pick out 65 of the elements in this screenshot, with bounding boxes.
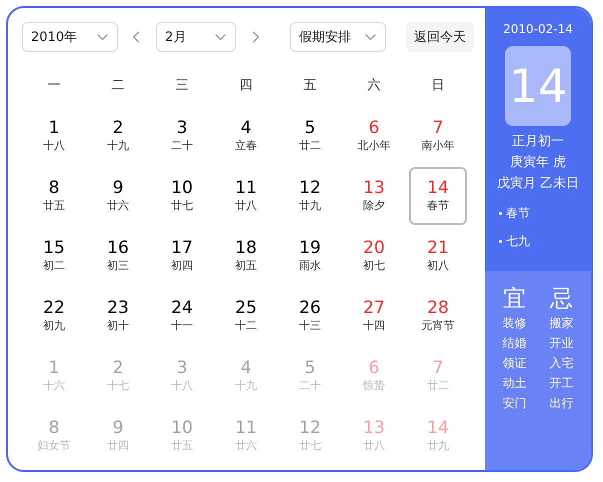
day-cell[interactable]: 5 廿二	[281, 107, 339, 165]
day-cell[interactable]: 22 初九	[25, 287, 83, 345]
day-cell[interactable]: 1 十八	[25, 107, 83, 165]
lunar-date-text: 戊寅月 乙未日	[496, 175, 580, 193]
almanac-item: 出行	[550, 395, 574, 412]
day-cell[interactable]: 21 初八	[409, 227, 467, 285]
day-cell[interactable]: 26 十三	[281, 287, 339, 345]
avoid-heading: 忌	[550, 285, 573, 313]
almanac-item: 入宅	[550, 355, 574, 372]
big-day-number: 14	[505, 46, 571, 126]
bullet-icon	[499, 240, 502, 242]
almanac-item: 装修	[502, 315, 526, 332]
day-cell[interactable]: 27 十四	[345, 287, 403, 345]
weekday-label: 日	[432, 77, 444, 94]
day-cell[interactable]: 10 廿七	[153, 167, 211, 225]
almanac-item: 开业	[550, 335, 574, 352]
day-cell[interactable]: 20 初七	[345, 227, 403, 285]
day-cell[interactable]: 17 初四	[153, 227, 211, 285]
previous-month-icon[interactable]	[132, 30, 142, 44]
chevron-down-icon	[364, 33, 377, 41]
day-cell[interactable]: 23 初十	[89, 287, 147, 345]
almanac-item: 搬家	[550, 315, 574, 332]
weekday-label: 二	[112, 77, 124, 94]
day-cell[interactable]: 8 廿五	[25, 167, 83, 225]
day-cell[interactable]: 16 初三	[89, 227, 147, 285]
chevron-down-icon	[214, 33, 227, 41]
day-cell[interactable]: 3 二十	[153, 107, 211, 165]
date-label: 2010-02-14	[503, 21, 573, 38]
day-cell[interactable]: 11 廿八	[217, 167, 275, 225]
day-cell[interactable]: 2 十九	[89, 107, 147, 165]
year-select[interactable]: 2010年	[22, 22, 118, 52]
day-cell[interactable]: 14 春节	[409, 167, 467, 225]
weekday-label: 三	[176, 77, 188, 94]
next-month-icon[interactable]	[250, 30, 260, 44]
day-cell[interactable]: 24 十一	[153, 287, 211, 345]
day-cell[interactable]: 18 初五	[217, 227, 275, 285]
almanac-item: 动土	[502, 375, 526, 392]
day-cell[interactable]: 28 元宵节	[409, 287, 467, 345]
weekday-label: 一	[48, 77, 60, 94]
day-cell[interactable]: 19 雨水	[281, 227, 339, 285]
day-cell[interactable]: 4 立春	[217, 107, 275, 165]
weekday-label: 四	[240, 77, 252, 94]
month-select[interactable]: 2月	[156, 22, 236, 52]
weekday-label: 六	[368, 77, 380, 94]
day-cell[interactable]: 9 廿六	[89, 167, 147, 225]
lunar-date-text: 庚寅年 虎	[510, 154, 566, 172]
holiday-select[interactable]: 假期安排	[290, 22, 386, 52]
weekday-label: 五	[304, 77, 316, 94]
festival-label: 七九	[506, 233, 530, 250]
almanac-item: 安门	[502, 395, 526, 412]
day-cell[interactable]: 15 初二	[25, 227, 83, 285]
chevron-down-icon	[96, 33, 109, 41]
today-button[interactable]: 返回今天	[406, 22, 474, 52]
day-cell[interactable]: 7 南小年	[409, 107, 467, 165]
bullet-icon	[499, 212, 502, 214]
day-cell[interactable]: 25 十二	[217, 287, 275, 345]
almanac-item: 领证	[502, 355, 526, 372]
almanac-item: 结婚	[502, 335, 526, 352]
festival-label: 春节	[506, 205, 530, 222]
lunar-date-text: 正月初一	[512, 133, 564, 151]
day-cell[interactable]: 12 廿九	[281, 167, 339, 225]
almanac-item: 开工	[550, 375, 574, 392]
day-cell[interactable]: 13 除夕	[345, 167, 403, 225]
suitable-heading: 宜	[503, 285, 526, 313]
day-cell[interactable]: 6 北小年	[345, 107, 403, 165]
